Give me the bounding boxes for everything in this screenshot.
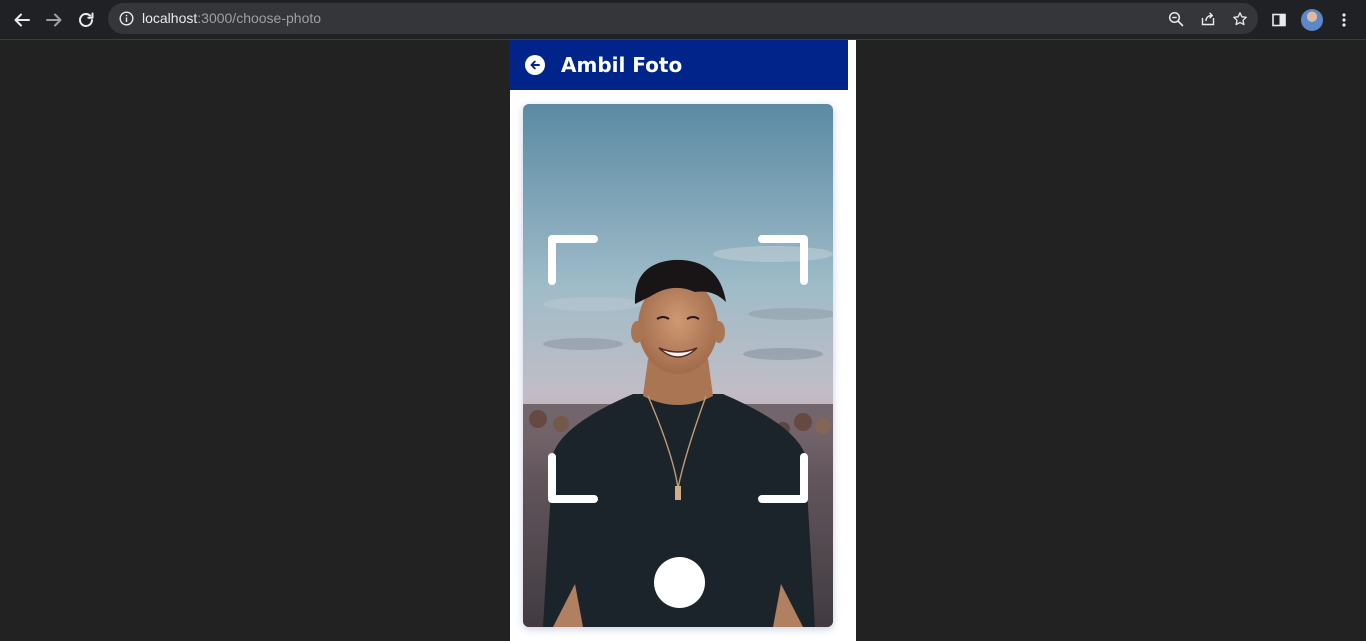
frame-corner-bottom-right <box>758 453 808 503</box>
app-page: Ambil Foto <box>510 40 856 641</box>
browser-toolbar: localhost:3000/choose-photo <box>0 0 1366 40</box>
side-panel-icon[interactable] <box>1266 7 1292 33</box>
avatar <box>1301 9 1323 31</box>
frame-corner-top-right <box>758 235 808 285</box>
zoom-icon[interactable] <box>1166 9 1186 29</box>
page-title: Ambil Foto <box>561 53 683 77</box>
url-host: localhost <box>142 10 198 26</box>
url-text[interactable]: localhost:3000/choose-photo <box>142 10 321 27</box>
app-header: Ambil Foto <box>510 40 848 90</box>
profile-avatar[interactable] <box>1299 7 1325 33</box>
more-menu-icon[interactable] <box>1331 7 1357 33</box>
address-bar[interactable]: localhost:3000/choose-photo <box>108 3 1258 34</box>
frame-corner-top-left <box>548 235 598 285</box>
url-path: :3000/choose-photo <box>197 10 322 26</box>
back-arrow-icon[interactable] <box>9 7 35 33</box>
frame-corner-bottom-left <box>548 453 598 503</box>
arrow-left-circle-icon[interactable] <box>525 55 545 75</box>
reload-icon[interactable] <box>73 7 99 33</box>
camera-preview <box>523 104 833 627</box>
info-icon[interactable] <box>118 10 134 26</box>
camera-photo <box>523 104 833 627</box>
star-icon[interactable] <box>1230 9 1250 29</box>
share-icon[interactable] <box>1198 9 1218 29</box>
forward-arrow-icon[interactable] <box>41 7 67 33</box>
shutter-button[interactable] <box>654 557 705 608</box>
